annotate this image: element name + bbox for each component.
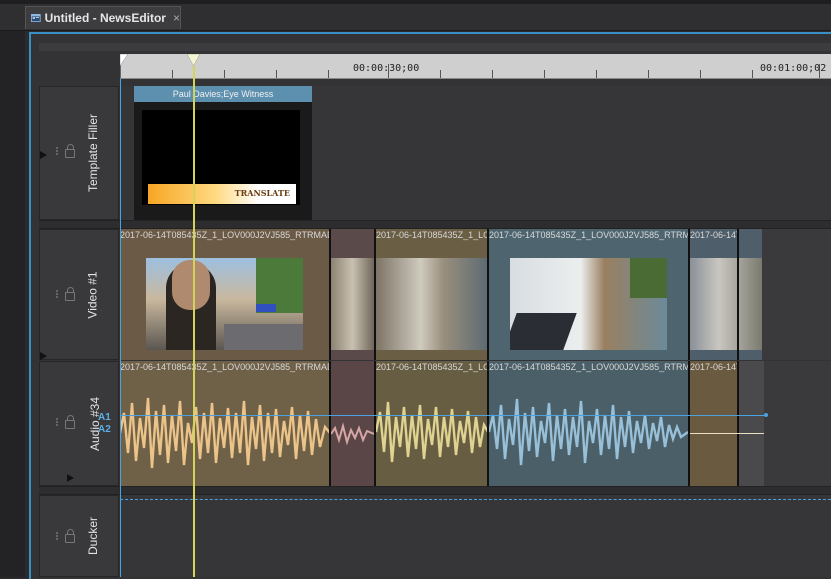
audio-level-line [690, 433, 764, 434]
ruler-tick [224, 70, 225, 78]
track-header-ducker[interactable]: Ducker [39, 495, 119, 577]
audio-waveform [489, 398, 688, 466]
lane-template-filler[interactable]: Paul Davies;Eye Witness TRANSLATE [120, 86, 831, 220]
tab-title: Untitled - NewsEditor [44, 11, 166, 25]
close-icon[interactable]: × [173, 11, 180, 25]
video-thumbnail [146, 258, 303, 350]
clip-label: 2017-06-14T085435Z_1_LOV000J2VJ585_RTRMA… [690, 230, 738, 240]
clip-label: 2017-06-14T085435Z_1_LOV000J2VJ585_RTRMA… [376, 362, 488, 372]
audio-waveform [120, 397, 330, 469]
tab-newseditor[interactable]: Untitled - NewsEditor × [25, 6, 181, 29]
lane-audio-34[interactable]: 2017-06-14T085435Z_1_LOV000J2VJ585_RTRMA… [120, 361, 831, 486]
lane-video-1[interactable]: 2017-06-14T085435Z_1_LOV000J2VJ585_RTRMA… [120, 229, 831, 360]
ruler-tick [648, 70, 649, 78]
window-icon [31, 13, 41, 23]
audio-clip-4[interactable]: 2017-06-14T085435Z_1_LOV000J2VJ585_RTRMA… [489, 361, 688, 486]
horizontal-scrollbar[interactable] [39, 43, 831, 58]
clip-label: 2017-06-14T085435Z_1_LOV000J2VJ585_RTRMA… [489, 230, 688, 240]
lock-icon[interactable] [65, 529, 75, 543]
track-name: Video #1 [86, 270, 100, 319]
audio-waveform [331, 422, 374, 446]
scroll-grip[interactable] [607, 45, 617, 58]
ruler-tick [328, 70, 329, 78]
video-thumbnail [331, 258, 374, 350]
video-clip-3[interactable]: 2017-06-14T085435Z_1_LOV000J2VJ585_RTRMA… [376, 229, 488, 360]
audio-clip-2[interactable] [331, 361, 374, 486]
video-clip-1[interactable]: 2017-06-14T085435Z_1_LOV000J2VJ585_RTRMA… [120, 229, 330, 360]
ruler-tick [544, 70, 545, 78]
video-clip-4[interactable]: 2017-06-14T085435Z_1_LOV000J2VJ585_RTRMA… [489, 229, 688, 360]
video-clip-2[interactable] [331, 229, 374, 360]
ruler-tick [492, 70, 493, 78]
expand-arrow-icon[interactable] [40, 352, 47, 360]
track-header-video-1[interactable]: Video #1 [39, 229, 119, 360]
clip-label: 2017-06-14T085435Z_1_LOV000J2VJ585_RTRMA… [690, 362, 738, 372]
track-name: Ducker [86, 516, 101, 556]
volume-envelope-node[interactable] [764, 413, 768, 417]
logo-text: TRANSLATE [234, 188, 290, 198]
track-header-template-filler[interactable]: Template Filler [39, 86, 119, 220]
playhead-line[interactable] [193, 66, 195, 577]
video-thumbnail [690, 258, 762, 350]
template-clip[interactable]: Paul Davies;Eye Witness TRANSLATE [134, 86, 312, 220]
drag-handle-icon[interactable] [56, 532, 60, 542]
track-separator[interactable] [39, 486, 831, 495]
video-thumbnail [510, 258, 667, 350]
track-separator[interactable] [39, 220, 831, 229]
clip-divider [737, 229, 739, 360]
ruler-tick [276, 70, 277, 78]
ruler-label-30s: 00:00:30;00 [353, 63, 420, 74]
channel-label-a2: A2 [98, 424, 111, 435]
ruler-tick [596, 70, 597, 78]
ruler-label-1min: 00:01:00;02 [760, 63, 827, 74]
lane-ducker[interactable] [120, 495, 831, 577]
ruler-tick [172, 70, 173, 78]
audio-clip-3[interactable]: 2017-06-14T085435Z_1_LOV000J2VJ585_RTRMA… [376, 361, 488, 486]
audio-clip-5[interactable]: 2017-06-14T085435Z_1_LOV000J2VJ585_RTRMA… [690, 361, 738, 486]
expand-arrow-icon[interactable] [40, 151, 47, 159]
template-preview: TRANSLATE [142, 110, 300, 205]
audio-waveform [376, 401, 488, 463]
lock-icon[interactable] [65, 287, 75, 301]
left-dock-bar [0, 31, 25, 577]
empty-lane-area [764, 229, 831, 360]
channel-label-a1: A1 [98, 412, 111, 423]
clip-label: 2017-06-14T085435Z_1_LOV000J2VJ585_RTRMA… [120, 230, 330, 240]
clip-label: 2017-06-14T085435Z_1_LOV000J2VJ585_RTRMA… [376, 230, 488, 240]
lock-icon[interactable] [65, 144, 75, 158]
volume-envelope-line[interactable] [120, 415, 766, 416]
video-thumbnail [376, 258, 488, 350]
track-name: Template Filler [86, 113, 100, 193]
ducker-envelope-line[interactable] [120, 499, 831, 500]
clip-label: 2017-06-14T085435Z_1_LOV000J2VJ585_RTRMA… [120, 362, 330, 372]
clip-label: 2017-06-14T085435Z_1_LOV000J2VJ585_RTRMA… [489, 362, 688, 372]
ruler-tick [440, 70, 441, 78]
in-marker-icon[interactable] [120, 54, 130, 68]
lock-icon[interactable] [65, 415, 75, 429]
ruler-tick [752, 70, 753, 78]
lower-third-bar: TRANSLATE [148, 184, 296, 204]
track-header-audio-34[interactable]: Audio #34 A1 A2 [39, 361, 119, 486]
video-clip-5[interactable]: 2017-06-14T085435Z_1_LOV000J2VJ585_RTRMA… [690, 229, 762, 360]
tab-bar: Untitled - NewsEditor × [0, 4, 831, 31]
expand-arrow-icon[interactable] [67, 474, 74, 482]
drag-handle-icon[interactable] [56, 147, 60, 157]
drag-handle-icon[interactable] [56, 418, 60, 428]
drag-handle-icon[interactable] [56, 290, 60, 300]
audio-clip-1[interactable]: 2017-06-14T085435Z_1_LOV000J2VJ585_RTRMA… [120, 361, 330, 486]
ruler-tick [700, 70, 701, 78]
template-clip-title: Paul Davies;Eye Witness [134, 86, 312, 102]
audio-clip-6[interactable] [739, 361, 764, 486]
edit-cursor-line[interactable] [120, 78, 121, 577]
timecode-ruler[interactable]: 00:00:30;00 00:01:00;02 [120, 54, 831, 79]
